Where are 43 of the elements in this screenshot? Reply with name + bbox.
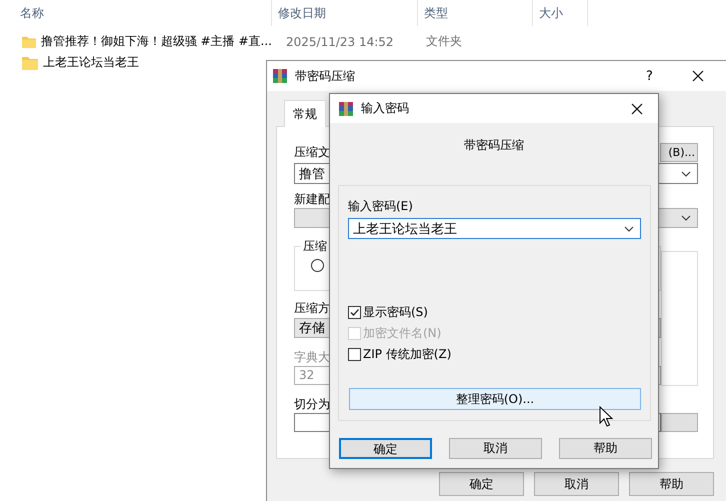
file-name: 上老王论坛当老王 [43,54,139,71]
modified-date: 2025/11/23 14:52 [286,34,394,48]
folder-icon [22,34,36,48]
column-header[interactable]: 类型 [418,0,533,26]
dialog-button[interactable]: 帮助 [629,472,714,496]
field-label: 压缩文 [294,144,330,160]
field-label: 切分为 [294,397,330,411]
dialog-button[interactable]: 确定 [339,438,432,459]
file-name: 撸管推荐！御姐下海！超级骚 #主播 #直... [40,33,272,50]
checkbox[interactable] [348,306,361,319]
checkbox-label[interactable]: ZIP 传统加密(Z) [363,346,452,363]
column-header[interactable]: 大小 [533,0,588,26]
archive-app-icon [272,68,288,84]
checkbox[interactable] [348,348,361,361]
chevron-down-icon [624,226,634,232]
column-header[interactable]: 修改日期 [272,0,418,26]
dialog-button[interactable]: 确定 [439,472,524,496]
field-label: 新建配 [294,192,330,206]
column-header[interactable]: 名称 [0,0,272,26]
window-title: 输入密码 [361,100,410,117]
window-title: 带密码压缩 [295,68,356,84]
dialog-button[interactable]: 帮助 [559,438,652,459]
file-type: 文件夹 [426,34,462,48]
tab[interactable]: 常规 [284,100,326,127]
chevron-down-icon [681,215,691,221]
dialog-button[interactable]: 取消 [449,438,542,459]
field-label: 压缩方 [294,301,330,315]
close-icon[interactable] [631,102,643,114]
field-label: 输入密码(E) [348,199,413,213]
radio-button[interactable] [311,259,324,272]
help-button[interactable]: ? [646,68,658,84]
organize-passwords-button[interactable]: 整理密码(O)... [349,388,641,410]
password-field[interactable]: 上老王论坛当老王 [348,218,641,239]
checkbox-label[interactable]: 显示密码(S) [363,304,428,321]
field-label: 字典大 [294,350,330,364]
close-icon[interactable] [692,70,704,82]
mouse-cursor-icon [599,406,613,428]
archive-app-icon [338,100,354,116]
dialog-button[interactable]: 取消 [534,472,619,496]
dialog-heading: 带密码压缩 [464,138,524,152]
browse-button[interactable]: (B)... [660,142,698,162]
folder-icon [22,56,38,70]
chevron-down-icon [681,170,691,176]
